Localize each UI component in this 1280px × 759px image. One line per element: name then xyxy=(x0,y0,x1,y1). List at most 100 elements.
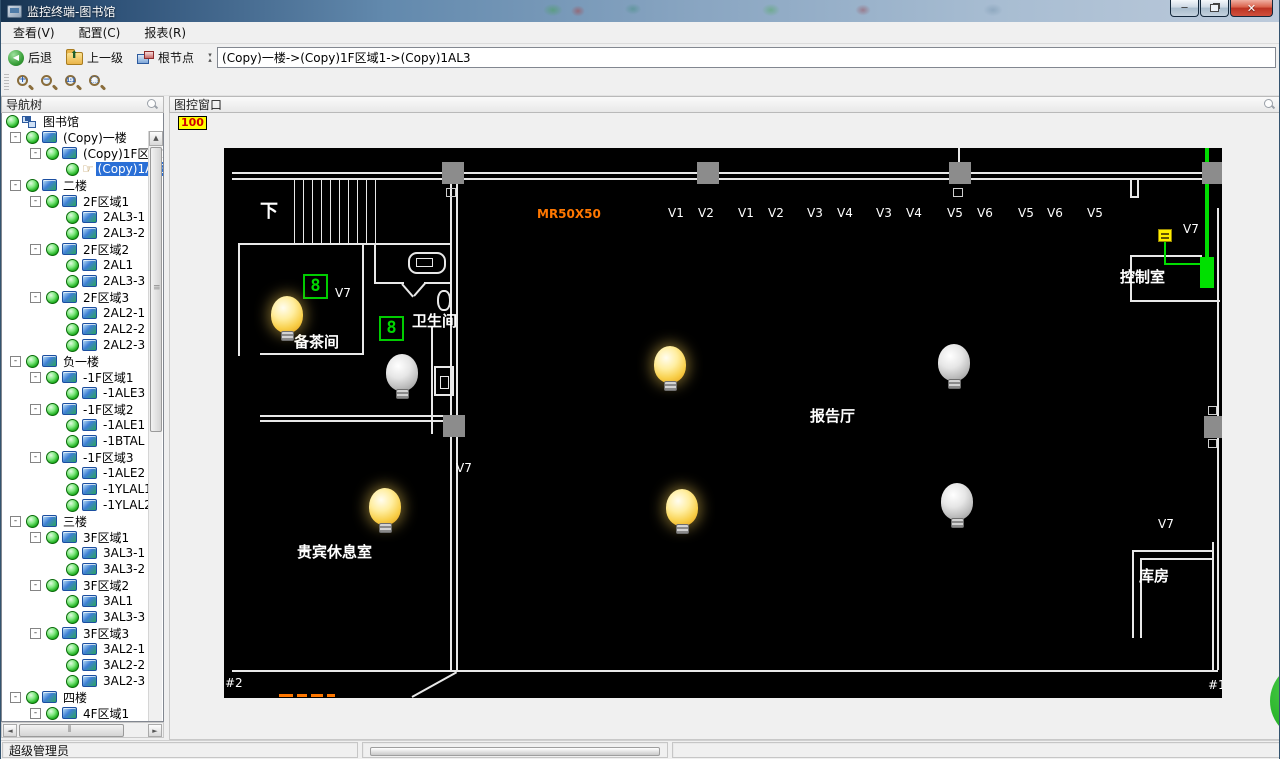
tree-item[interactable]: 3AL3-2 xyxy=(2,561,163,577)
tree-item[interactable]: - 4F区域1 xyxy=(2,705,163,721)
expand-toggle[interactable]: - xyxy=(30,531,41,543)
tree-item[interactable]: 3AL2-2 xyxy=(2,657,163,673)
nav-panel-header: 导航树 xyxy=(1,96,164,113)
switch-device-icon[interactable] xyxy=(1158,229,1172,242)
tree-item[interactable]: - 2F区域1 xyxy=(2,193,163,209)
tree-item[interactable]: 2AL1 xyxy=(2,257,163,273)
tree-item[interactable]: - 2F区域2 xyxy=(2,241,163,257)
tree-item[interactable]: 3AL1 xyxy=(2,593,163,609)
panel-magnifier-icon[interactable] xyxy=(146,98,159,111)
status-sphere-icon xyxy=(66,306,79,320)
light-bulb-on[interactable] xyxy=(368,488,402,536)
close-button[interactable]: ✕ xyxy=(1230,0,1273,17)
tree-item[interactable]: - 三楼 xyxy=(2,513,163,529)
tree-item[interactable]: - 二楼 xyxy=(2,177,163,193)
zoom-region-icon[interactable]: ⬚ xyxy=(87,73,107,93)
expand-toggle[interactable]: - xyxy=(30,195,41,207)
tree-item[interactable]: - 负一楼 xyxy=(2,353,163,369)
tree-item[interactable]: 2AL2-1 xyxy=(2,305,163,321)
expand-toggle[interactable]: - xyxy=(10,179,21,191)
expand-toggle[interactable]: - xyxy=(30,371,41,383)
tree-item[interactable]: -1BTAL xyxy=(2,433,163,449)
light-bulb-on[interactable] xyxy=(270,296,304,344)
tree-item[interactable]: 图书馆 xyxy=(2,113,163,129)
light-bulb-off[interactable] xyxy=(937,344,971,392)
up-level-button[interactable]: 上一级 xyxy=(59,46,130,69)
tree-item[interactable]: - -1F区域1 xyxy=(2,369,163,385)
light-bulb-on[interactable] xyxy=(653,346,687,394)
tree-item[interactable]: - 3F区域1 xyxy=(2,529,163,545)
tree-item[interactable]: -1YLAL2 xyxy=(2,497,163,513)
expand-toggle[interactable]: - xyxy=(30,627,41,639)
tree-horizontal-scrollbar[interactable]: ◄ ► xyxy=(1,722,164,738)
expand-toggle[interactable]: - xyxy=(10,691,21,703)
toolbar-grip[interactable] xyxy=(4,74,9,92)
root-node-button[interactable]: 根节点 xyxy=(130,46,201,69)
zoom-1to1-icon[interactable]: 1:1 xyxy=(63,73,83,93)
panel-magnifier-icon[interactable] xyxy=(1263,98,1276,111)
expand-toggle[interactable]: - xyxy=(30,147,41,159)
maximize-button[interactable] xyxy=(1200,0,1229,17)
tree-item[interactable]: - (Copy)一楼 xyxy=(2,129,163,145)
exhaust-fan-symbol[interactable]: 8 xyxy=(303,274,328,299)
expand-toggle[interactable]: - xyxy=(10,515,21,527)
tree-item[interactable]: 2AL2-3 xyxy=(2,337,163,353)
floorplan-label: V7 xyxy=(1183,222,1199,236)
tree-item[interactable]: 3AL3-3 xyxy=(2,609,163,625)
zoom-out-icon[interactable]: − xyxy=(39,73,59,93)
tree-item[interactable]: 3AL2-3 xyxy=(2,673,163,689)
tree-item[interactable]: - 3F区域2 xyxy=(2,577,163,593)
tree-item[interactable]: 2AL3-3 xyxy=(2,273,163,289)
toolbar-overflow-button[interactable]: ▾ ▴ xyxy=(205,48,215,68)
back-button[interactable]: ◀ 后退 xyxy=(1,46,59,69)
light-bulb-off[interactable] xyxy=(940,483,974,531)
expand-toggle[interactable]: - xyxy=(30,403,41,415)
tree-item[interactable]: ☞ (Copy)1AL3 xyxy=(2,161,163,177)
nav-panel-title: 导航树 xyxy=(6,98,43,112)
tree-item[interactable]: 2AL3-2 xyxy=(2,225,163,241)
tree-item[interactable]: -1YLAL1 xyxy=(2,481,163,497)
tree-item[interactable]: - -1F区域2 xyxy=(2,401,163,417)
tree-item-label: -1YLAL2 xyxy=(103,498,152,512)
tree-item[interactable]: -1ALE2 xyxy=(2,465,163,481)
menu-item[interactable]: 配置(C) xyxy=(67,21,133,44)
minimize-button[interactable]: ─ xyxy=(1170,0,1199,17)
tree-vertical-scrollbar[interactable]: ▲ ▼ xyxy=(148,131,163,721)
menu-item[interactable]: 查看(V) xyxy=(1,21,67,44)
expand-toggle[interactable]: - xyxy=(30,451,41,463)
app-icon xyxy=(7,4,22,18)
expand-toggle[interactable]: - xyxy=(30,291,41,303)
expand-toggle[interactable]: - xyxy=(30,707,41,719)
floorplan-canvas[interactable]: 8 8 下 MR50X50 V1 V2 V1 V2 V3 V4 V3 V4 V5 V6 V5 V6 V5 V7 控制… xyxy=(224,148,1222,698)
exhaust-fan-symbol[interactable]: 8 xyxy=(379,316,404,341)
expand-toggle[interactable]: - xyxy=(10,131,21,143)
monitor-icon xyxy=(62,579,77,591)
tree-item[interactable]: - (Copy)1F区域1 xyxy=(2,145,163,161)
tree-item[interactable]: - -1F区域3 xyxy=(2,449,163,465)
control-room-door-indicator[interactable] xyxy=(1200,257,1214,288)
zoom-in-icon[interactable]: + xyxy=(15,73,35,93)
tree-item[interactable]: 2AL2-2 xyxy=(2,321,163,337)
tree-item[interactable]: 2AL3-1 xyxy=(2,209,163,225)
tree-item[interactable]: - 2F区域3 xyxy=(2,289,163,305)
light-bulb-off[interactable] xyxy=(385,354,419,402)
tree-item[interactable]: 3AL2-1 xyxy=(2,641,163,657)
light-bulb-on[interactable] xyxy=(665,489,699,537)
horizontal-scroll-thumb[interactable] xyxy=(19,724,124,737)
status-sphere-icon xyxy=(46,370,59,384)
scroll-right-button[interactable]: ► xyxy=(148,724,162,737)
expand-toggle[interactable]: - xyxy=(10,355,21,367)
tree-item[interactable]: -1ALE3 xyxy=(2,385,163,401)
scroll-up-button[interactable]: ▲ xyxy=(149,131,163,146)
vertical-scroll-thumb[interactable] xyxy=(150,147,162,432)
scroll-left-button[interactable]: ◄ xyxy=(3,724,17,737)
expand-toggle[interactable]: - xyxy=(30,579,41,591)
tree-item[interactable]: -1ALE1 xyxy=(2,417,163,433)
wall-line xyxy=(321,180,322,243)
tree-item[interactable]: - 3F区域3 xyxy=(2,625,163,641)
tree-item[interactable]: - 四楼 xyxy=(2,689,163,705)
breadcrumb-path-input[interactable] xyxy=(217,47,1276,68)
expand-toggle[interactable]: - xyxy=(30,243,41,255)
menu-item[interactable]: 报表(R) xyxy=(132,21,198,44)
tree-item[interactable]: 3AL3-1 xyxy=(2,545,163,561)
